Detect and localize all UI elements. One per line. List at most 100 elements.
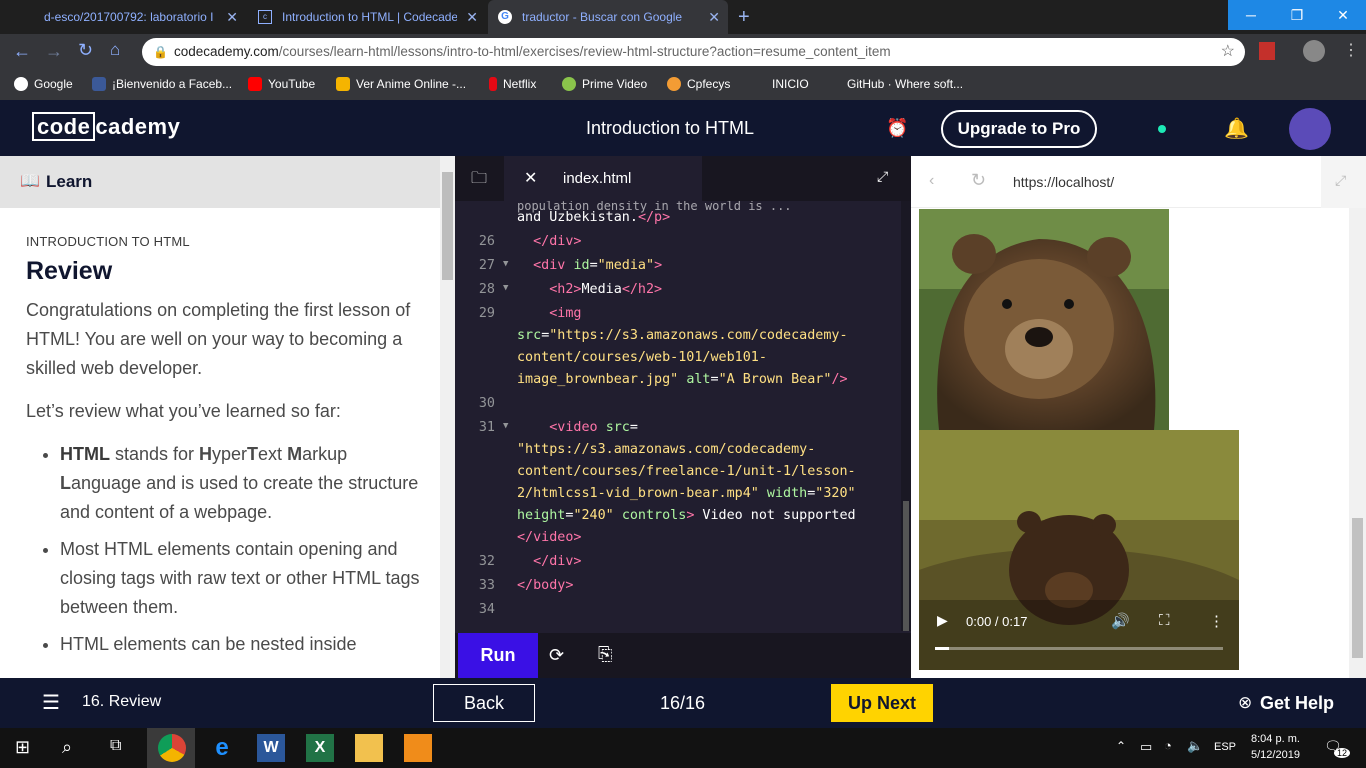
forward-arrow-icon[interactable]: →	[45, 41, 63, 62]
expand-icon[interactable]: ⤢	[1335, 172, 1346, 189]
editor-scrollbar[interactable]	[901, 201, 911, 631]
editor-tabbar: 🗀 ✕ index.html ⤢	[455, 156, 911, 201]
lesson-paragraph: Congratulations on completing the first …	[26, 300, 411, 378]
video-time: 0:00 / 0:17	[966, 614, 1028, 629]
bell-icon[interactable]: 🔔	[1224, 116, 1249, 141]
list-item: Most HTML elements contain opening and c…	[60, 535, 421, 622]
task-view-icon[interactable]: ⧉	[110, 737, 121, 755]
run-button[interactable]: Run	[458, 633, 538, 678]
chevron-left-icon[interactable]: ‹	[929, 172, 934, 190]
refresh-icon[interactable]: ↻	[971, 170, 986, 191]
chrome-icon[interactable]	[158, 734, 186, 762]
upgrade-button[interactable]: Upgrade to Pro	[941, 110, 1097, 148]
lock-icon: 🔒	[153, 45, 168, 59]
prime-video-icon	[562, 77, 576, 91]
preview-scrollbar[interactable]	[1349, 208, 1366, 678]
star-icon[interactable]: ☆	[1221, 38, 1235, 66]
up-next-button[interactable]: Up Next	[831, 684, 933, 722]
minimize-icon[interactable]: ─	[1228, 0, 1274, 30]
close-tab-icon[interactable]: ✕	[708, 9, 720, 26]
search-icon[interactable]: ⌕	[62, 737, 72, 758]
close-window-icon[interactable]: ✕	[1320, 0, 1366, 30]
volume-icon[interactable]: 🔊	[1111, 612, 1130, 630]
google-icon	[14, 77, 28, 91]
edge-icon[interactable]: e	[208, 734, 236, 762]
preview-toolbar: ‹ ↻ https://localhost/ ⤢	[911, 156, 1366, 208]
learn-tab[interactable]: 📖 Learn	[0, 156, 440, 208]
bookmark-item[interactable]: Netflix	[489, 77, 536, 91]
excel-icon[interactable]: X	[306, 734, 334, 762]
reload-icon[interactable]: ↻	[78, 40, 93, 61]
close-tab-icon[interactable]: ✕	[226, 9, 238, 26]
video-progress[interactable]	[935, 647, 1223, 650]
youtube-icon	[248, 77, 262, 91]
list-item: HTML stands for HyperText Markup Languag…	[60, 440, 421, 527]
bookmark-item[interactable]: Prime Video	[562, 77, 647, 91]
windows-start-icon[interactable]: ⊞	[15, 737, 30, 758]
bookmark-item[interactable]: Cpfecys	[667, 77, 730, 91]
netflix-icon	[489, 77, 497, 91]
speaker-icon[interactable]: 🔈	[1187, 738, 1203, 754]
lesson-label[interactable]: 16. Review	[82, 693, 161, 711]
back-button[interactable]: Back	[433, 684, 535, 722]
bookmark-item[interactable]: Google	[14, 77, 73, 91]
anime-icon	[336, 77, 350, 91]
close-tab-icon[interactable]: ✕	[466, 9, 478, 26]
home-icon[interactable]: ⌂	[110, 40, 120, 60]
reset-icon[interactable]: ⟳	[549, 645, 564, 666]
learn-panel: 📖 Learn INTRODUCTION TO HTML Review Cong…	[0, 156, 455, 678]
codecademy-favicon-icon: c	[258, 10, 272, 24]
expand-icon[interactable]: ⤢	[877, 168, 888, 185]
profile-avatar[interactable]	[1303, 40, 1325, 62]
file-tab[interactable]: ✕ index.html	[504, 156, 702, 201]
browser-tab[interactable]: c Introduction to HTML | Codecade ✕	[248, 0, 486, 34]
file-explorer-icon[interactable]	[355, 734, 383, 762]
avatar[interactable]	[1289, 108, 1331, 150]
progress-counter: 16/16	[660, 693, 706, 713]
browser-tab[interactable]: d-esco/201700792: laboratorio IF ✕	[0, 0, 246, 34]
clock-time[interactable]: 8:04 p. m.	[1251, 733, 1300, 745]
back-arrow-icon[interactable]: ←	[13, 41, 31, 62]
word-icon[interactable]: W	[257, 734, 285, 762]
close-icon[interactable]: ✕	[524, 156, 537, 201]
more-icon[interactable]: ⋮	[1209, 612, 1224, 630]
browser-tab-active[interactable]: G traductor - Buscar con Google ✕	[488, 0, 728, 34]
battery-icon[interactable]: ▭	[1140, 739, 1152, 755]
bookmark-item[interactable]: INICIO	[772, 77, 809, 91]
media-app-icon[interactable]	[404, 734, 432, 762]
language-indicator[interactable]: ESP	[1214, 741, 1236, 753]
bookmark-item[interactable]: YouTube	[248, 77, 315, 91]
notification-badge: 12	[1334, 748, 1351, 758]
bear-video[interactable]: ▶ 0:00 / 0:17 🔊 ⛶ ⋮	[919, 430, 1239, 670]
folder-icon[interactable]: 🗀	[471, 167, 487, 194]
menu-icon[interactable]: ⋮	[1343, 40, 1359, 60]
alarm-icon[interactable]: ⏰	[886, 118, 908, 139]
editor-toolbar: Run ⟳ ⎘	[455, 633, 911, 678]
copy-icon[interactable]: ⎘	[598, 644, 612, 665]
taskbar: ⊞ ⌕ ⧉ e W X ⌃ ▭ ◔ 🔈 ESP 8:04 p. m. 5/12/…	[0, 728, 1366, 768]
tray-chevron-icon[interactable]: ⌃	[1116, 739, 1126, 753]
book-icon: 📖	[20, 173, 40, 190]
hamburger-icon[interactable]: ☰	[42, 690, 60, 715]
new-tab-icon[interactable]: +	[738, 6, 750, 29]
bookmark-item[interactable]: ¡Bienvenido a Faceb...	[92, 77, 232, 91]
pdf-extension-icon[interactable]	[1259, 42, 1275, 60]
review-list: HTML stands for HyperText Markup Languag…	[26, 440, 421, 659]
code-area[interactable]: population density in the world is ... a…	[455, 201, 901, 631]
clock-date[interactable]: 5/12/2019	[1251, 749, 1300, 761]
cpfecys-icon	[667, 77, 681, 91]
preview-panel: ‹ ↻ https://localhost/ ⤢ ▶ 0:00 / 0:17 🔊…	[911, 156, 1366, 678]
site-header: code cademy Introduction to HTML ⏰ Upgrad…	[0, 100, 1366, 156]
play-icon[interactable]: ▶	[937, 612, 948, 629]
get-help-button[interactable]: Get Help	[1260, 693, 1334, 714]
help-icon: ⊗	[1238, 693, 1253, 712]
maximize-icon[interactable]: ❐	[1274, 0, 1320, 30]
url-field[interactable]: 🔒 codecademy.com/courses/learn-html/less…	[142, 38, 1245, 66]
wifi-icon[interactable]: ◔	[1164, 738, 1172, 753]
status-dot-icon	[1158, 125, 1166, 133]
scrollbar[interactable]	[440, 156, 455, 678]
bookmark-item[interactable]: Ver Anime Online -...	[336, 77, 466, 91]
bookmark-item[interactable]: GitHub · Where soft...	[847, 77, 963, 91]
fullscreen-icon[interactable]: ⛶	[1159, 612, 1170, 629]
lesson-content: INTRODUCTION TO HTML Review Congratulati…	[26, 208, 421, 678]
